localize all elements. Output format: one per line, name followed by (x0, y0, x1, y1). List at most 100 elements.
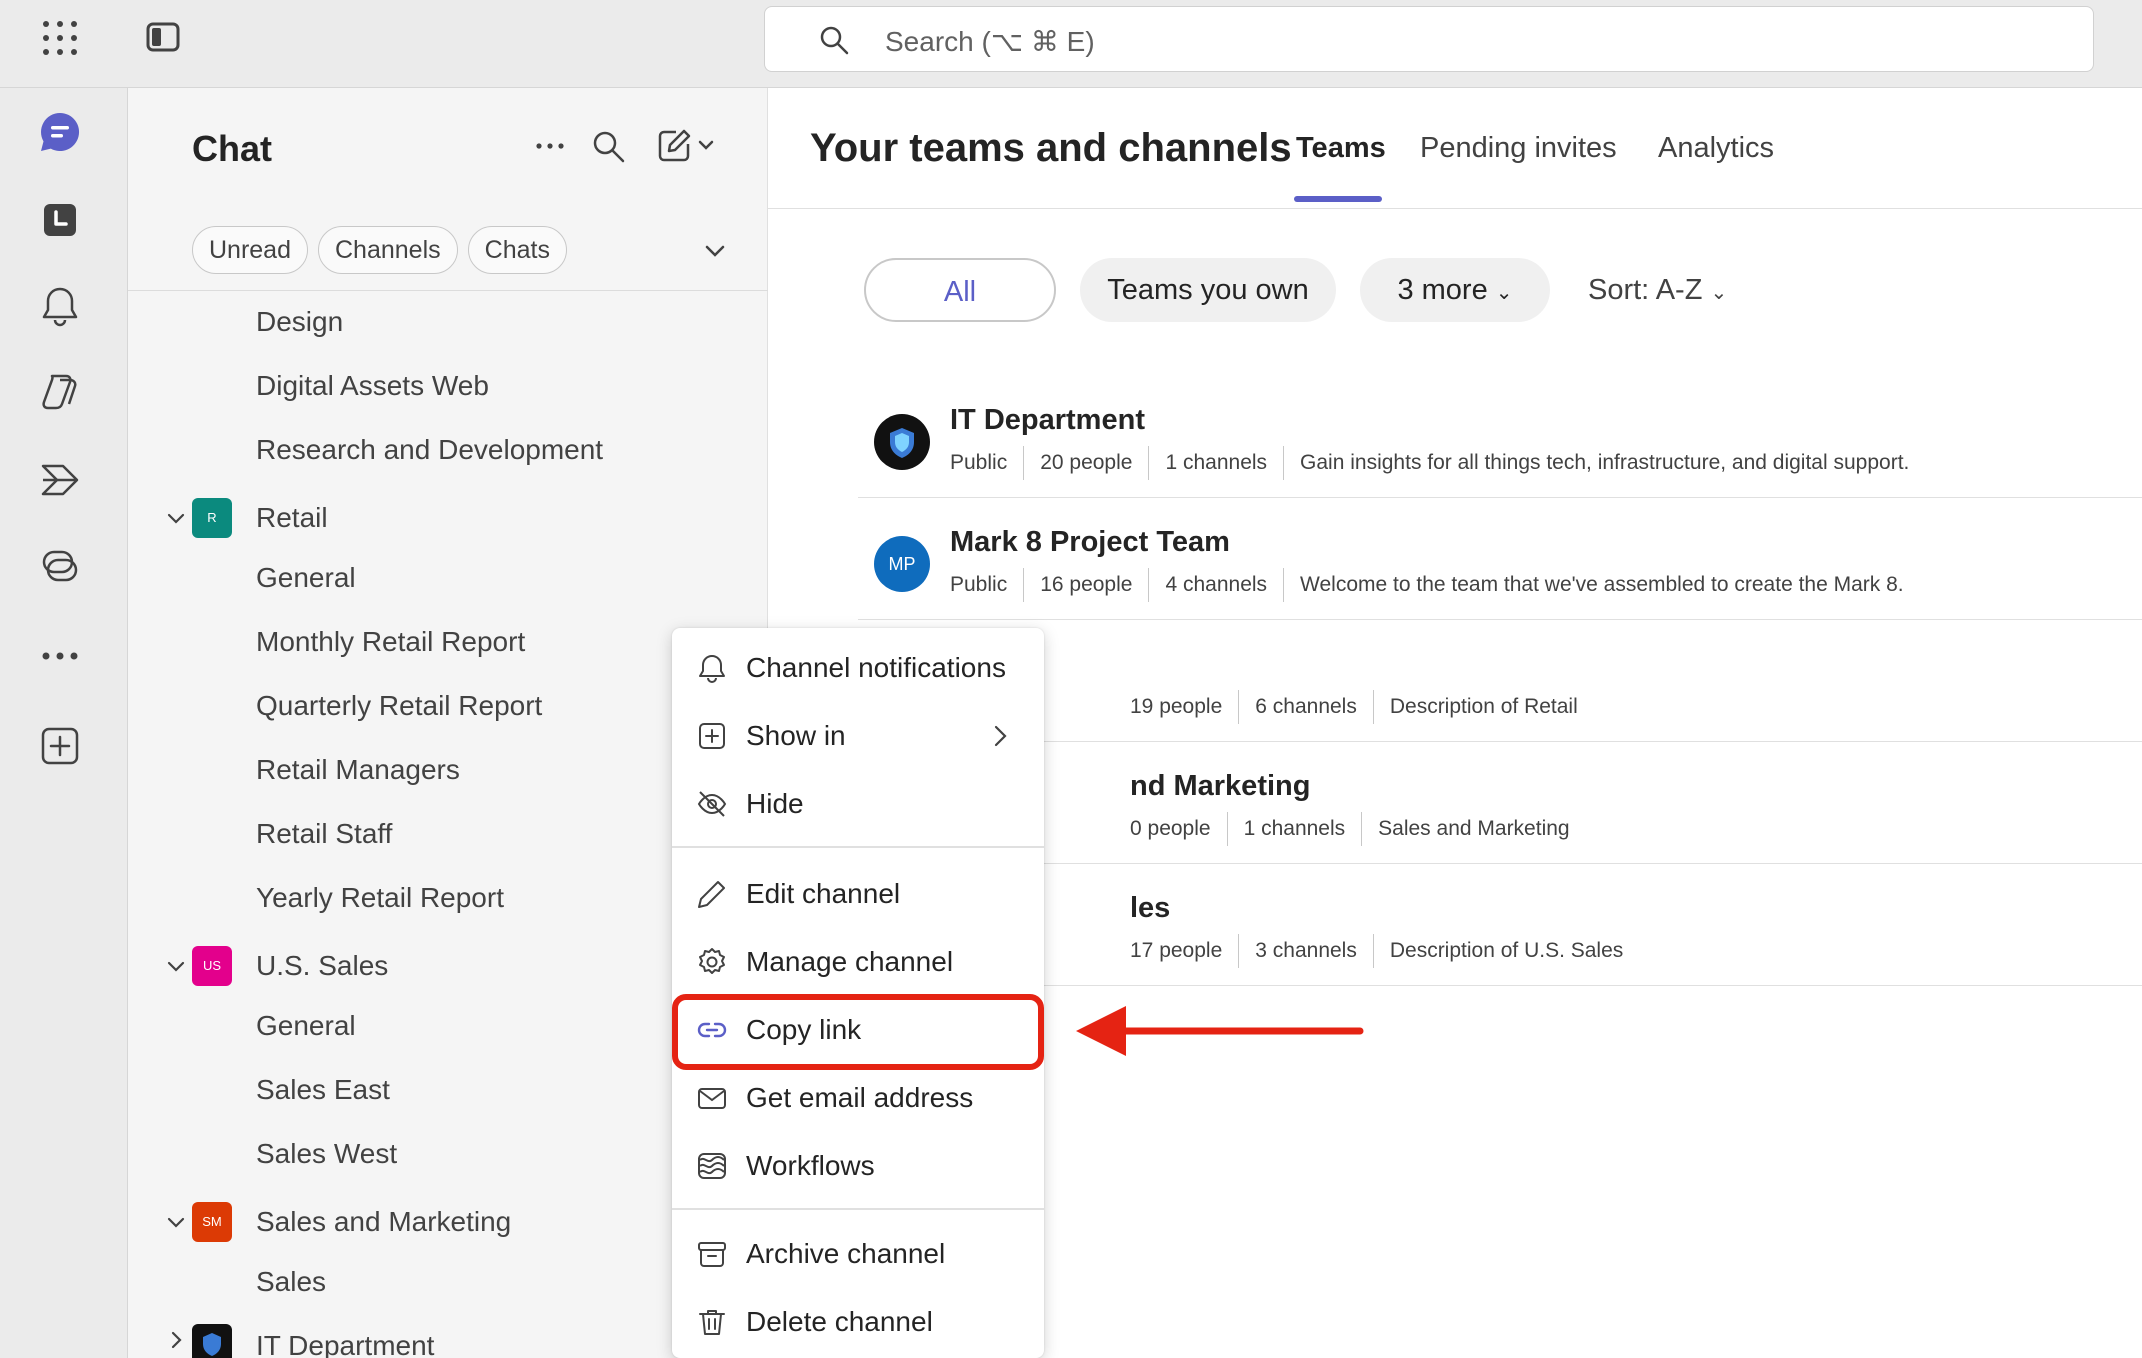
add-app-icon[interactable] (38, 724, 82, 768)
channel-item[interactable]: Yearly Retail Report (256, 882, 504, 914)
channel-item[interactable]: Quarterly Retail Report (256, 690, 542, 722)
team-row[interactable]: IT Department Public 20 people 1 channel… (858, 376, 2142, 498)
team-people: 20 people (1023, 446, 1148, 480)
filter-chats[interactable]: Chats (467, 226, 567, 274)
channel-item[interactable]: General (256, 1010, 356, 1042)
channel-item[interactable]: Research and Development (256, 434, 603, 466)
chevron-down-icon[interactable] (164, 954, 188, 978)
team-meta: 0 people 1 channels Sales and Marketing (1130, 812, 1586, 846)
team-row[interactable]: les 17 people 3 channels Description of … (858, 864, 2142, 986)
team-item[interactable]: IT Department (256, 1330, 434, 1358)
team-meta: 19 people 6 channels Description of Reta… (1130, 690, 1594, 724)
chevron-down-icon: ⌄ (1710, 282, 1728, 304)
channel-item[interactable]: Digital Assets Web (256, 370, 489, 402)
team-channels: 1 channels (1226, 812, 1362, 846)
menu-label: Hide (746, 788, 804, 819)
team-item[interactable]: Retail (256, 502, 328, 534)
channel-item[interactable]: Retail Managers (256, 754, 460, 786)
channel-item[interactable]: Sales West (256, 1138, 397, 1170)
filter-channels[interactable]: Channels (318, 226, 458, 274)
more-options-icon[interactable] (532, 128, 568, 164)
team-name: IT Department (950, 404, 1145, 436)
eye-off-icon (696, 788, 728, 820)
menu-separator (672, 1208, 1044, 1210)
menu-hide[interactable]: Hide (672, 774, 1044, 834)
chevron-down-icon: ⌄ (1495, 282, 1513, 304)
apps-grid-icon[interactable] (42, 20, 78, 56)
filter-more-dropdown[interactable]: 3 more ⌄ (1360, 258, 1550, 322)
team-name: nd Marketing (1130, 770, 1311, 802)
divider (128, 290, 768, 291)
filter-unread[interactable]: Unread (192, 226, 308, 274)
channel-item[interactable]: General (256, 562, 356, 594)
team-description: Sales and Marketing (1361, 812, 1585, 846)
chevron-down-icon[interactable] (164, 506, 188, 530)
team-item[interactable]: Sales and Marketing (256, 1206, 511, 1238)
channel-item[interactable]: Sales (256, 1266, 326, 1298)
copy-link-highlight (672, 994, 1044, 1070)
page-title: Your teams and channels (810, 126, 1292, 170)
filter-more-label: 3 more (1397, 274, 1488, 306)
new-chat-icon[interactable] (656, 128, 716, 164)
team-visibility: Public (950, 451, 1008, 474)
channel-item[interactable]: Sales East (256, 1074, 390, 1106)
filter-all[interactable]: All (864, 258, 1056, 322)
calendar-icon[interactable] (38, 198, 82, 242)
team-avatar: R (192, 498, 232, 538)
search-input[interactable]: Search (⌥ ⌘ E) (764, 6, 2094, 72)
sidebar-toggle-icon[interactable] (146, 22, 180, 52)
menu-label: Workflows (746, 1150, 875, 1181)
menu-label: Channel notifications (746, 652, 1006, 683)
chat-icon[interactable] (38, 110, 82, 154)
gear-icon (696, 946, 728, 978)
chat-title: Chat (192, 128, 272, 169)
top-bar: Search (⌥ ⌘ E) (0, 0, 2142, 88)
tab-analytics[interactable]: Analytics (1658, 132, 1774, 165)
team-people: 0 people (1130, 817, 1211, 840)
team-channels: 6 channels (1238, 690, 1373, 724)
copilot-icon[interactable] (38, 370, 82, 414)
filter-teams-you-own[interactable]: Teams you own (1080, 258, 1336, 322)
menu-delete-channel[interactable]: Delete channel (672, 1292, 1044, 1352)
team-description: Description of U.S. Sales (1372, 934, 1639, 968)
tab-teams[interactable]: Teams (1296, 132, 1386, 165)
team-row[interactable]: 19 people 6 channels Description of Reta… (858, 620, 2142, 742)
chevron-right-icon[interactable] (164, 1328, 188, 1352)
team-name: Mark 8 Project Team (950, 526, 1230, 558)
more-icon[interactable] (38, 634, 82, 678)
bell-icon[interactable] (38, 284, 82, 328)
chevron-down-icon[interactable] (164, 1210, 188, 1234)
menu-manage-channel[interactable]: Manage channel (672, 932, 1044, 992)
team-avatar (874, 414, 930, 470)
pencil-icon (696, 878, 728, 910)
menu-label: Edit channel (746, 878, 901, 909)
channel-item[interactable]: Design (256, 306, 343, 338)
sort-label: Sort: A-Z (1588, 274, 1703, 306)
team-item[interactable]: U.S. Sales (256, 950, 388, 982)
tab-pending-invites[interactable]: Pending invites (1420, 132, 1617, 165)
menu-edit-channel[interactable]: Edit channel (672, 864, 1044, 924)
viva-icon[interactable] (38, 458, 82, 502)
workflows-icon (696, 1150, 728, 1182)
loop-icon[interactable] (38, 544, 82, 588)
channel-item[interactable]: Retail Staff (256, 818, 392, 850)
chevron-down-icon[interactable] (700, 236, 730, 266)
sort-dropdown[interactable]: Sort: A-Z ⌄ (1588, 258, 1758, 322)
team-channels: 4 channels (1148, 568, 1283, 602)
menu-archive-channel[interactable]: Archive channel (672, 1224, 1044, 1284)
menu-channel-notifications[interactable]: Channel notifications (672, 638, 1044, 698)
filter-search-icon[interactable] (590, 128, 626, 164)
menu-show-in[interactable]: Show in (672, 706, 1044, 766)
team-row[interactable]: MP Mark 8 Project Team Public 16 people … (858, 498, 2142, 620)
team-people: 17 people (1130, 939, 1223, 962)
team-channels: 3 channels (1238, 934, 1373, 968)
channel-item[interactable]: Monthly Retail Report (256, 626, 525, 658)
team-row[interactable]: nd Marketing 0 people 1 channels Sales a… (858, 742, 2142, 864)
chevron-right-icon (988, 722, 1012, 750)
annotation-arrow-icon (1070, 1000, 1370, 1062)
menu-get-email-address[interactable]: Get email address (672, 1068, 1044, 1128)
app-rail (0, 88, 128, 1358)
tab-active-indicator (1294, 196, 1382, 202)
menu-workflows[interactable]: Workflows (672, 1136, 1044, 1196)
team-avatar (192, 1324, 232, 1358)
